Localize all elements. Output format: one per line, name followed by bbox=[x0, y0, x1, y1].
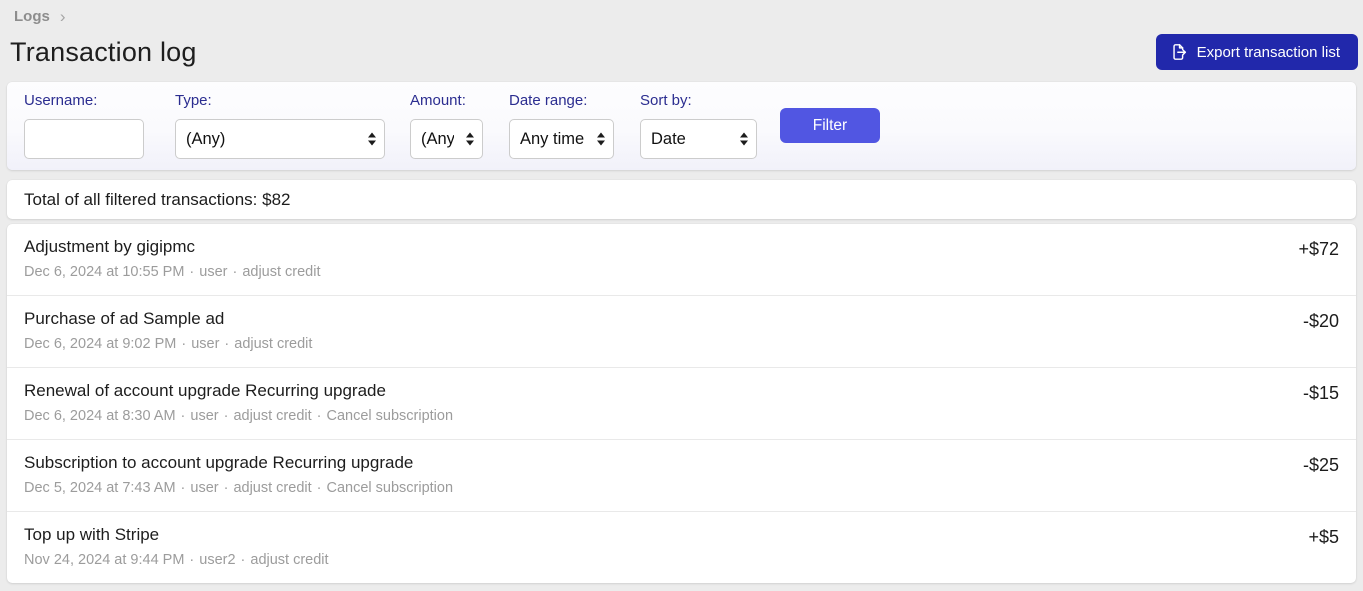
filter-type: Type: (Any) bbox=[175, 92, 385, 159]
breadcrumb-link-logs[interactable]: Logs bbox=[14, 8, 50, 25]
transaction-user-link[interactable]: user bbox=[191, 336, 219, 352]
date-range-select[interactable]: Any time bbox=[509, 119, 614, 159]
export-icon bbox=[1170, 43, 1188, 61]
filter-date-range: Date range: Any time bbox=[509, 92, 614, 159]
transaction-list: Adjustment by gigipmc Dec 6, 2024 at 10:5… bbox=[7, 224, 1356, 583]
title-row: Transaction log Export transaction list bbox=[10, 34, 1358, 70]
transaction-user-link[interactable]: user bbox=[199, 264, 227, 280]
transaction-title: Top up with Stripe bbox=[24, 525, 1308, 545]
transaction-row: Purchase of ad Sample ad Dec 6, 2024 at 9… bbox=[7, 295, 1356, 367]
transaction-row-main: Subscription to account upgrade Recurrin… bbox=[24, 453, 1303, 496]
transaction-date: Nov 24, 2024 at 9:44 PM bbox=[24, 552, 184, 568]
page-header: Logs › Transaction log Export transactio… bbox=[0, 0, 1363, 82]
transaction-date: Dec 6, 2024 at 9:02 PM bbox=[24, 336, 176, 352]
breadcrumb-chevron-icon: › bbox=[60, 8, 66, 25]
transaction-meta: Nov 24, 2024 at 9:44 PM·user2·adjust cre… bbox=[24, 552, 1308, 568]
transaction-amount: -$20 bbox=[1303, 309, 1339, 352]
meta-separator: · bbox=[224, 408, 229, 424]
date-range-select-wrap: Any time bbox=[509, 119, 614, 159]
transaction-meta: Dec 5, 2024 at 7:43 AM·user·adjust credi… bbox=[24, 480, 1303, 496]
meta-separator: · bbox=[181, 336, 186, 352]
type-label: Type: bbox=[175, 92, 385, 109]
meta-separator: · bbox=[181, 408, 186, 424]
transaction-title: Subscription to account upgrade Recurrin… bbox=[24, 453, 1303, 473]
amount-select[interactable]: (Any) bbox=[410, 119, 483, 159]
transaction-meta: Dec 6, 2024 at 9:02 PM · user · adjust credi… bbox=[24, 336, 1303, 352]
filter-username: Username: bbox=[24, 92, 144, 159]
transaction-action-link[interactable]: adjust credit bbox=[233, 480, 311, 496]
transaction-title: Adjustment by gigipmc bbox=[24, 237, 1298, 257]
transaction-amount: -$25 bbox=[1303, 453, 1339, 496]
amount-select-wrap: (Any) bbox=[410, 119, 483, 159]
meta-separator: · bbox=[224, 336, 229, 352]
transaction-user-link[interactable]: user2 bbox=[199, 552, 235, 568]
meta-separator: · bbox=[317, 408, 322, 424]
meta-separator: · bbox=[241, 552, 246, 568]
filter-sort-by: Sort by: Date bbox=[640, 92, 757, 159]
amount-label: Amount: bbox=[410, 92, 483, 109]
transaction-row-main: Purchase of ad Sample ad Dec 6, 2024 at 9… bbox=[24, 309, 1303, 352]
transaction-amount: +$5 bbox=[1308, 525, 1339, 568]
transaction-action-link[interactable]: adjust credit bbox=[233, 408, 311, 424]
transaction-meta: Dec 6, 2024 at 8:30 AM·user·adjust credi… bbox=[24, 408, 1303, 424]
transaction-amount: -$15 bbox=[1303, 381, 1339, 424]
transaction-date: Dec 6, 2024 at 10:55 PM bbox=[24, 264, 184, 280]
filter-bar: Username: Type: (Any) Amount: (Any) Date… bbox=[7, 82, 1356, 170]
transaction-row: Top up with Stripe Nov 24, 2024 at 9:44 P… bbox=[7, 511, 1356, 583]
username-label: Username: bbox=[24, 92, 144, 109]
sort-by-select-wrap: Date bbox=[640, 119, 757, 159]
breadcrumb: Logs › bbox=[10, 8, 1358, 25]
transaction-action-link[interactable]: Cancel subscription bbox=[326, 480, 453, 496]
filter-amount: Amount: (Any) bbox=[410, 92, 483, 159]
transaction-action-link[interactable]: adjust credit bbox=[234, 336, 312, 352]
transaction-user-link[interactable]: user bbox=[190, 408, 218, 424]
transaction-row: Subscription to account upgrade Recurrin… bbox=[7, 439, 1356, 511]
sort-by-select[interactable]: Date bbox=[640, 119, 757, 159]
transaction-date: Dec 6, 2024 at 8:30 AM bbox=[24, 408, 176, 424]
transaction-row: Renewal of account upgrade Recurring upg… bbox=[7, 367, 1356, 439]
filtered-total-bar: Total of all filtered transactions: $82 bbox=[7, 180, 1356, 219]
transaction-meta: Dec 6, 2024 at 10:55 PM · user · adjust cred… bbox=[24, 264, 1298, 280]
transaction-date: Dec 5, 2024 at 7:43 AM bbox=[24, 480, 176, 496]
filter-button[interactable]: Filter bbox=[780, 108, 880, 143]
transaction-action-link[interactable]: adjust credit bbox=[250, 552, 328, 568]
filtered-total-text: Total of all filtered transactions: $82 bbox=[24, 190, 290, 210]
transaction-amount: +$72 bbox=[1298, 237, 1339, 280]
transaction-action-link[interactable]: adjust credit bbox=[242, 264, 320, 280]
transaction-title: Purchase of ad Sample ad bbox=[24, 309, 1303, 329]
type-select-wrap: (Any) bbox=[175, 119, 385, 159]
meta-separator: · bbox=[189, 552, 194, 568]
meta-separator: · bbox=[317, 480, 322, 496]
transaction-title: Renewal of account upgrade Recurring upg… bbox=[24, 381, 1303, 401]
export-button-label: Export transaction list bbox=[1197, 44, 1340, 61]
meta-separator: · bbox=[181, 480, 186, 496]
username-input[interactable] bbox=[24, 119, 144, 159]
transaction-action-link[interactable]: Cancel subscription bbox=[326, 408, 453, 424]
transaction-row-main: Top up with Stripe Nov 24, 2024 at 9:44 P… bbox=[24, 525, 1308, 568]
date-range-label: Date range: bbox=[509, 92, 614, 109]
meta-separator: · bbox=[224, 480, 229, 496]
transaction-user-link[interactable]: user bbox=[190, 480, 218, 496]
transaction-row-main: Renewal of account upgrade Recurring upg… bbox=[24, 381, 1303, 424]
transaction-row: Adjustment by gigipmc Dec 6, 2024 at 10:5… bbox=[7, 224, 1356, 295]
meta-separator: · bbox=[232, 264, 237, 280]
type-select[interactable]: (Any) bbox=[175, 119, 385, 159]
sort-by-label: Sort by: bbox=[640, 92, 757, 109]
meta-separator: · bbox=[189, 264, 194, 280]
page-title: Transaction log bbox=[10, 37, 197, 68]
transaction-row-main: Adjustment by gigipmc Dec 6, 2024 at 10:5… bbox=[24, 237, 1298, 280]
export-transaction-list-button[interactable]: Export transaction list bbox=[1156, 34, 1358, 70]
